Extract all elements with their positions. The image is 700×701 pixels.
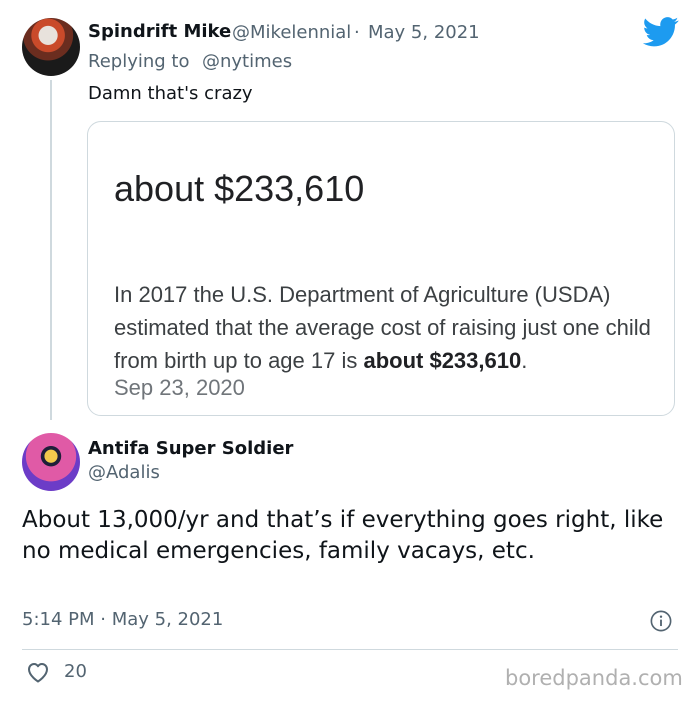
card-snippet-end: . (521, 348, 528, 373)
heart-icon[interactable] (26, 661, 50, 683)
divider (22, 649, 678, 650)
watermark: boredpanda.com (505, 666, 683, 690)
thread-line (50, 80, 52, 420)
separator-dot: · (354, 22, 360, 43)
card-date: Sep 23, 2020 (114, 375, 245, 400)
author-handle[interactable]: @Adalis (88, 462, 160, 483)
author-name[interactable]: Spindrift Mike (88, 21, 231, 42)
card-snippet-highlight: about $233,610 (363, 348, 522, 373)
author-handle[interactable]: @Mikelennial (232, 22, 351, 43)
tweet-text: About 13,000/yr and that’s if everything… (22, 507, 664, 564)
tweet-text: Damn that's crazy (88, 83, 253, 104)
replying-to-label: Replying to (88, 51, 190, 72)
twitter-bird-icon (643, 17, 679, 47)
reply-to-handle[interactable]: @nytimes (202, 51, 292, 72)
card-headline: about $233,610 (114, 168, 365, 209)
tweet-date[interactable]: May 5, 2021 (368, 22, 480, 43)
info-icon[interactable] (650, 610, 672, 632)
author-name[interactable]: Antifa Super Soldier (88, 438, 293, 459)
like-count: 20 (64, 661, 87, 682)
card-snippet: In 2017 the U.S. Department of Agricultu… (114, 278, 659, 377)
tweet-timestamp[interactable]: 5:14 PM · May 5, 2021 (22, 609, 223, 630)
avatar[interactable] (22, 18, 80, 76)
avatar[interactable] (22, 433, 80, 491)
